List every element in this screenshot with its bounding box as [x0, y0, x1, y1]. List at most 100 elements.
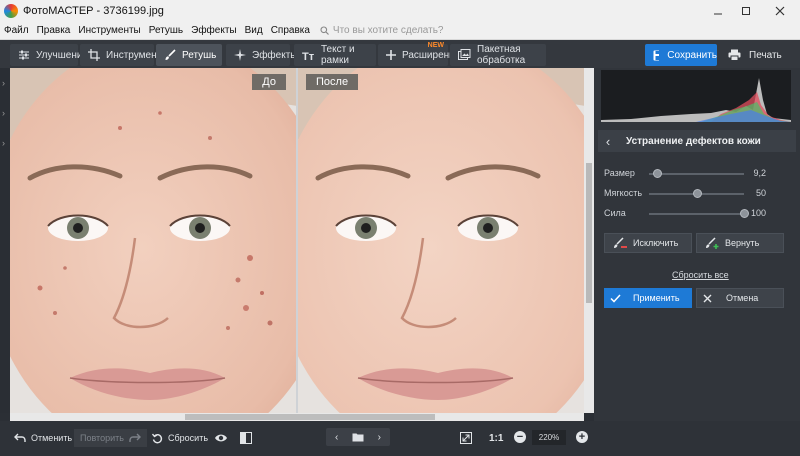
zoom-level[interactable]: 220%	[532, 430, 566, 445]
tab-text-frames[interactable]: Tт Текст и рамки	[294, 44, 376, 66]
tab-effects[interactable]: Эффекты	[226, 44, 297, 66]
next-image-button[interactable]: ›	[369, 428, 390, 446]
search-icon	[320, 26, 329, 35]
vertical-scrollbar[interactable]	[584, 68, 594, 413]
apply-button[interactable]: Применить	[604, 288, 692, 308]
minus-icon: −	[516, 431, 524, 443]
close-icon	[775, 6, 785, 16]
menu-edit[interactable]: Правка	[33, 25, 75, 36]
histogram-graph	[601, 78, 791, 122]
sparkle-icon	[234, 49, 246, 61]
eye-icon	[215, 434, 227, 442]
size-slider[interactable]: Размер 9,2	[604, 167, 794, 181]
open-folder-button[interactable]	[347, 428, 368, 446]
left-collapse-strip[interactable]: › › ›	[0, 68, 10, 413]
previous-image-button[interactable]: ‹	[326, 428, 347, 446]
compare-toggle-button[interactable]	[214, 429, 228, 447]
scrollbar-thumb[interactable]	[185, 414, 435, 420]
scrollbar-thumb[interactable]	[586, 163, 592, 303]
menu-effects[interactable]: Эффекты	[187, 25, 240, 36]
minimize-icon	[714, 13, 722, 15]
maximize-icon	[742, 7, 750, 15]
after-label: После	[306, 74, 359, 90]
slider-knob[interactable]	[740, 209, 749, 218]
fit-screen-icon	[460, 432, 472, 444]
chevron-left-icon: ‹	[334, 431, 339, 443]
window-title: ФотоМАСТЕР - 3736199.jpg	[23, 5, 164, 17]
slider-knob[interactable]	[652, 169, 662, 178]
before-image	[10, 68, 296, 413]
rotate-left-icon	[152, 433, 163, 443]
images-icon	[458, 49, 471, 60]
histogram	[601, 70, 791, 122]
sliders-icon	[19, 50, 29, 60]
menu-tools[interactable]: Инструменты	[74, 25, 144, 36]
fit-to-screen-button[interactable]	[460, 429, 472, 447]
chevron-right-icon: ›	[377, 431, 381, 443]
menu-bar: Файл Правка Инструменты Ретушь Эффекты В…	[0, 22, 800, 40]
menu-file[interactable]: Файл	[0, 25, 33, 36]
search-input[interactable]: Что вы хотите сделать?	[320, 25, 444, 36]
chevron-right-icon: ›	[2, 138, 5, 148]
restore-button[interactable]: Вернуть	[696, 233, 784, 253]
print-button[interactable]: Печать	[722, 44, 794, 66]
slider-value: 100	[750, 208, 766, 218]
panel-title: Устранение дефектов кожи	[626, 135, 761, 147]
back-arrow-icon[interactable]: ‹	[598, 134, 618, 149]
exclude-button[interactable]: Исключить	[604, 233, 692, 253]
close-icon	[703, 294, 712, 302]
slider-value: 50	[755, 188, 766, 198]
zoom-out-button[interactable]: −	[514, 431, 526, 443]
slider-track[interactable]	[649, 173, 744, 175]
panel-header: ‹ Устранение дефектов кожи	[598, 130, 796, 152]
save-button[interactable]: Сохранить	[645, 44, 717, 66]
cancel-button[interactable]: Отмена	[696, 288, 784, 308]
tab-extensions[interactable]: Расширения NEW	[378, 42, 460, 66]
close-button[interactable]	[760, 0, 800, 22]
before-label: До	[252, 74, 286, 90]
text-icon: Tт	[302, 51, 315, 61]
tab-batch-processing[interactable]: Пакетная обработка	[450, 44, 546, 66]
floppy-disk-icon	[653, 50, 660, 60]
app-logo-icon	[4, 4, 18, 18]
brush-icon	[165, 49, 176, 60]
menu-help[interactable]: Справка	[267, 25, 314, 36]
reset-all-link[interactable]: Сбросить все	[672, 270, 729, 280]
strength-slider[interactable]: Сила 100	[604, 207, 794, 221]
brush-plus-icon	[706, 237, 719, 249]
slider-knob[interactable]	[692, 189, 702, 198]
softness-slider[interactable]: Мягкость 50	[604, 187, 794, 201]
plus-icon	[386, 50, 396, 60]
redo-icon	[129, 433, 141, 442]
minimize-button[interactable]	[704, 0, 732, 22]
svg-text:Tт: Tт	[302, 51, 315, 61]
printer-icon	[728, 49, 741, 61]
tab-retouch[interactable]: Ретушь	[156, 44, 222, 66]
after-photo[interactable]: После	[298, 68, 584, 413]
before-photo[interactable]: До	[10, 68, 296, 413]
image-navigation: ‹ ›	[326, 428, 390, 446]
split-view-button[interactable]	[240, 429, 252, 447]
horizontal-scrollbar[interactable]	[10, 413, 584, 421]
menu-view[interactable]: Вид	[241, 25, 267, 36]
after-image	[298, 68, 584, 413]
actual-size-button[interactable]: 1:1	[489, 429, 503, 447]
tab-tools[interactable]: Инструменты	[80, 44, 168, 66]
tab-enhancements[interactable]: Улучшения	[10, 44, 88, 66]
checkmark-icon	[610, 293, 621, 303]
slider-value: 9,2	[753, 168, 766, 178]
slider-track[interactable]	[649, 213, 744, 215]
chevron-right-icon: ›	[2, 108, 5, 118]
folder-icon	[352, 433, 364, 442]
chevron-right-icon: ›	[2, 78, 5, 88]
menu-retouch[interactable]: Ретушь	[145, 25, 187, 36]
reset-button[interactable]: Сбросить	[152, 429, 208, 447]
maximize-button[interactable]	[732, 0, 760, 22]
crop-icon	[88, 49, 100, 61]
search-placeholder: Что вы хотите сделать?	[332, 25, 444, 36]
redo-button[interactable]: Повторить	[74, 429, 147, 447]
brush-minus-icon	[614, 237, 627, 248]
zoom-in-button[interactable]: +	[576, 431, 588, 443]
undo-button[interactable]: Отменить	[14, 429, 72, 447]
window-controls	[704, 0, 800, 22]
